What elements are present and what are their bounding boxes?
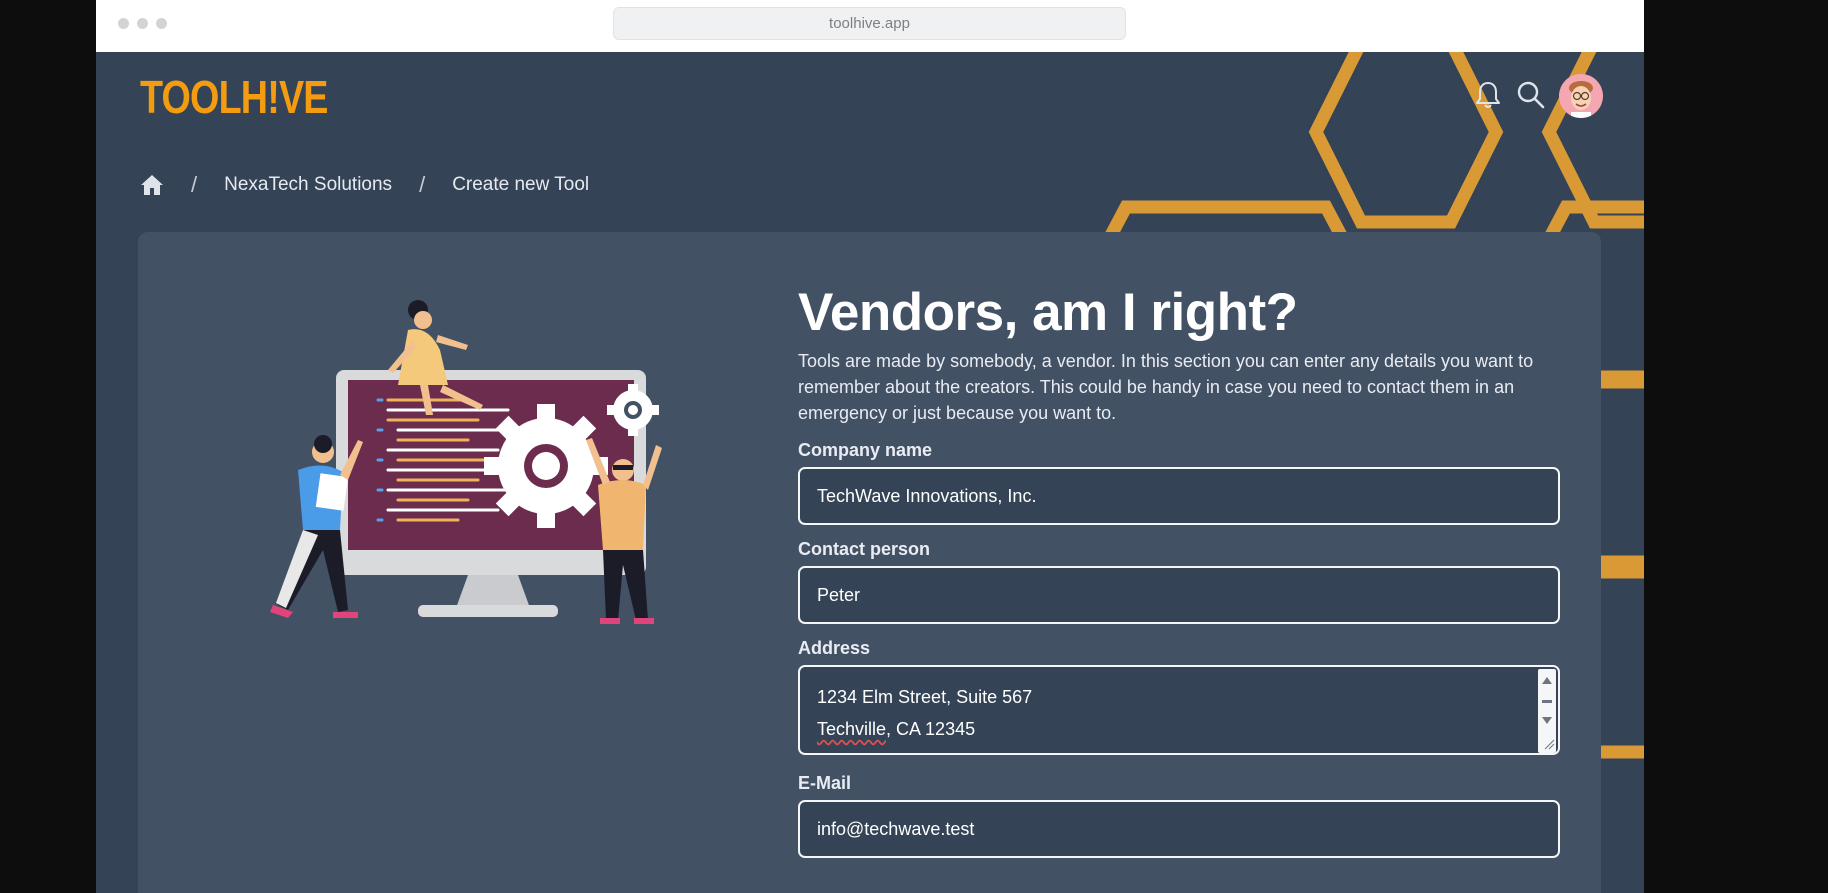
user-avatar[interactable] <box>1559 74 1603 118</box>
email-input[interactable]: info@techwave.test <box>798 800 1560 858</box>
address-line-1: 1234 Elm Street, Suite 567 <box>817 687 1033 707</box>
window-dot-maximize[interactable] <box>156 18 167 29</box>
breadcrumb-item-current: Create new Tool <box>452 174 590 195</box>
company-name-label: Company name <box>798 440 933 460</box>
window-dot-minimize[interactable] <box>137 18 148 29</box>
contact-person-value: Peter <box>817 584 861 605</box>
spellcheck-word: Techville <box>817 719 887 739</box>
breadcrumb: / NexaTech Solutions / Create new Tool <box>140 170 589 200</box>
page-title: Vendors, am I right? <box>798 283 1298 342</box>
company-name-input[interactable]: TechWave Innovations, Inc. <box>798 467 1560 525</box>
address-line-2: Techville, CA 12345 <box>817 719 976 739</box>
address-label: Address <box>798 638 871 658</box>
breadcrumb-separator: / <box>191 172 198 197</box>
hexagon-shape <box>1308 52 1504 229</box>
window-dot-close[interactable] <box>118 18 129 29</box>
hexagon-shape <box>1541 52 1644 229</box>
developers-illustration <box>270 300 662 624</box>
resize-handle-icon[interactable] <box>1543 738 1555 750</box>
toolhive-logo[interactable]: TOOLH!VE <box>140 70 328 124</box>
avatar-face-icon <box>1559 74 1603 118</box>
contact-person-label: Contact person <box>798 539 931 559</box>
vendor-card: Vendors, am I right? Tools are made by s… <box>138 232 1601 893</box>
address-line-3: United States <box>817 745 1541 753</box>
gear-icon <box>484 404 608 528</box>
bell-icon[interactable] <box>1474 80 1502 110</box>
intro-text: Tools are made by somebody, a vendor. In… <box>798 351 1534 423</box>
home-icon[interactable] <box>140 174 164 196</box>
address-textarea[interactable]: 1234 Elm Street, Suite 567 Techville, CA… <box>798 665 1560 755</box>
breadcrumb-separator: / <box>419 172 426 197</box>
browser-chrome: toolhive.app <box>96 0 1644 52</box>
company-name-value: TechWave Innovations, Inc. <box>817 485 1037 506</box>
contact-person-input[interactable]: Peter <box>798 566 1560 624</box>
email-label: E-Mail <box>798 773 852 793</box>
email-value: info@techwave.test <box>817 818 975 839</box>
vendor-form: Vendors, am I right? Tools are made by s… <box>798 282 1560 858</box>
address-bar[interactable]: toolhive.app <box>613 7 1126 40</box>
app-frame: toolhive.app TOOLH!VE / NexaTech Solutio… <box>96 0 1644 893</box>
breadcrumb-item-company[interactable]: NexaTech Solutions <box>224 174 392 196</box>
search-icon[interactable] <box>1516 80 1546 110</box>
